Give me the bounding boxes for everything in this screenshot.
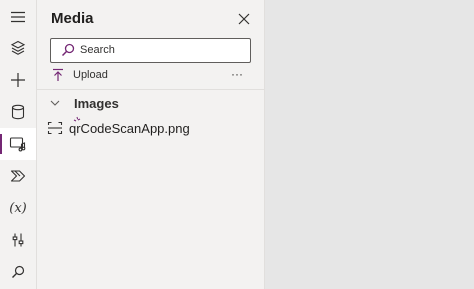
power-automate-button[interactable] — [0, 160, 36, 192]
panel-title: Media — [51, 10, 94, 27]
upload-icon — [53, 68, 63, 81]
insert-button[interactable] — [0, 64, 36, 96]
power-automate-icon — [10, 170, 26, 182]
hamburger-button[interactable] — [0, 1, 36, 33]
hamburger-icon — [11, 11, 25, 23]
close-icon — [238, 13, 250, 25]
media-button[interactable] — [0, 128, 36, 160]
canvas-area — [265, 0, 474, 289]
qr-scan-icon — [47, 121, 63, 135]
media-icon — [9, 137, 26, 152]
close-button[interactable] — [235, 10, 253, 28]
upload-button[interactable]: Upload — [52, 67, 108, 83]
search-rail-button[interactable] — [0, 256, 36, 288]
new-item-sparkle-icon — [73, 116, 81, 122]
search-box[interactable] — [50, 38, 251, 63]
search-input[interactable] — [80, 41, 240, 59]
tree-view-button[interactable] — [0, 32, 36, 64]
images-group-label: Images — [74, 95, 119, 111]
file-name: qrCodeScanApp.png — [69, 120, 190, 136]
upload-label: Upload — [73, 69, 108, 81]
data-button[interactable] — [0, 96, 36, 128]
database-icon — [11, 104, 25, 120]
advanced-tools-button[interactable] — [0, 224, 36, 256]
more-options-button[interactable]: ··· — [229, 68, 245, 80]
media-panel: Media Upload ··· Images — [37, 0, 265, 289]
variables-button[interactable]: (x) — [0, 192, 36, 224]
left-rail: (x) — [0, 0, 37, 289]
search-icon — [12, 265, 25, 278]
chevron-down-icon — [50, 100, 60, 106]
plus-icon — [11, 73, 25, 87]
tools-icon — [12, 233, 24, 247]
layers-icon — [10, 40, 26, 55]
images-group-header[interactable]: Images — [50, 94, 119, 112]
divider — [37, 89, 264, 90]
media-file-item[interactable]: qrCodeScanApp.png — [47, 116, 257, 138]
search-icon — [61, 43, 75, 57]
variables-icon: (x) — [9, 200, 27, 216]
